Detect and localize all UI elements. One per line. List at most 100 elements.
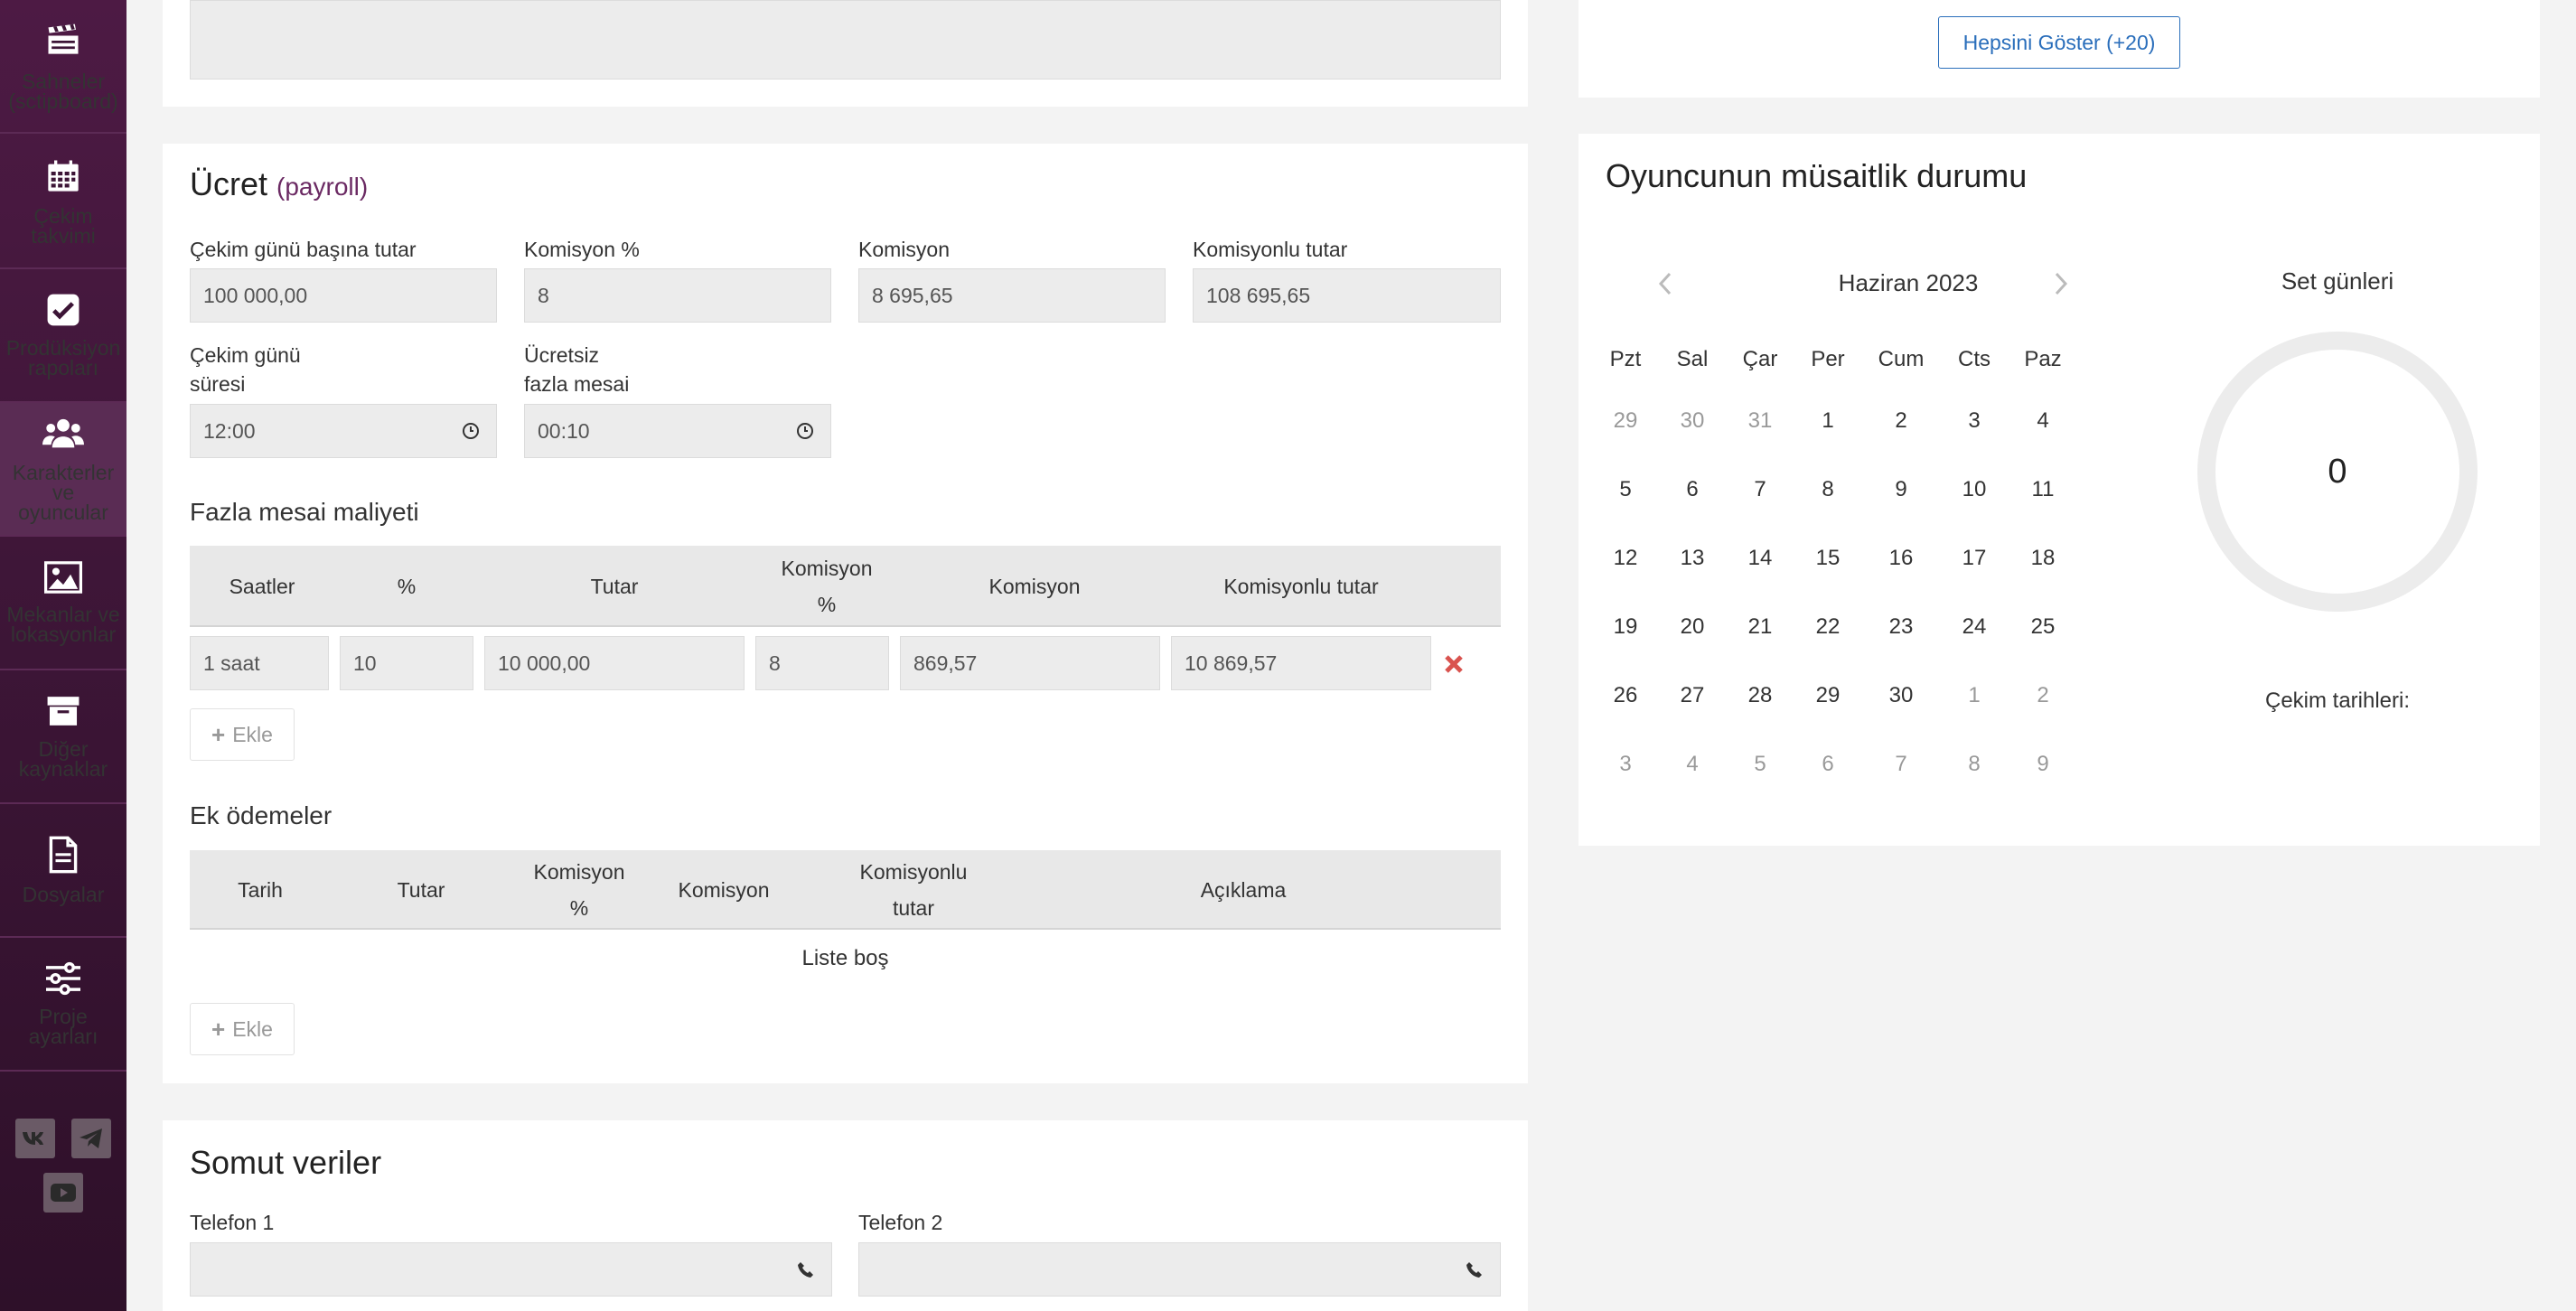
calendar-day[interactable]: 26 <box>1594 682 1657 709</box>
empty-list-text: Liste boş <box>801 946 889 970</box>
col-description: Açıklama <box>1200 878 1287 902</box>
calendar-day[interactable]: 19 <box>1594 613 1657 641</box>
col-commission-pct: Komisyon % <box>511 854 647 926</box>
calendar-day[interactable]: 6 <box>1796 751 1859 778</box>
per-day-field[interactable]: 100 000,00 <box>190 268 497 323</box>
calendar-day[interactable]: 3 <box>1943 407 2006 435</box>
clock-icon <box>797 423 813 439</box>
calendar-day[interactable]: 1 <box>1943 682 2006 709</box>
plus-icon: + <box>211 1015 226 1043</box>
delete-row-icon[interactable] <box>1444 654 1464 674</box>
calendar-day[interactable]: 28 <box>1728 682 1792 709</box>
weekday-header: Paz <box>2024 347 2062 371</box>
sidebar-item-locations[interactable]: Mekanlar ve lokasyonlar <box>0 537 126 670</box>
calendar-day[interactable]: 3 <box>1594 751 1657 778</box>
notes-textarea[interactable] <box>190 0 1501 80</box>
calendar-day[interactable]: 29 <box>1594 407 1657 435</box>
calendar-day[interactable]: 18 <box>2011 545 2075 572</box>
sidebar-item-characters[interactable]: Karakterler ve oyuncular <box>0 403 126 537</box>
free-overtime-label: Ücretsiz fazla mesai <box>524 341 629 398</box>
commission-pct-label: Komisyon % <box>524 238 640 261</box>
calendar-day[interactable]: 31 <box>1728 407 1792 435</box>
free-overtime-value: 00:10 <box>538 418 590 443</box>
calendar-day[interactable]: 14 <box>1728 545 1792 572</box>
overtime-commission-pct-field[interactable]: 8 <box>755 636 889 690</box>
calendar-day[interactable]: 9 <box>1869 476 1933 503</box>
overtime-pct-value: 10 <box>353 651 377 675</box>
col-total: Komisyonlu tutar <box>801 854 1026 926</box>
calendar-day[interactable]: 27 <box>1661 682 1724 709</box>
commission-field[interactable]: 8 695,65 <box>858 268 1166 323</box>
payroll-card: Ücret (payroll) Çekim günü başına tutar … <box>163 144 1528 1083</box>
overtime-commission-field[interactable]: 869,57 <box>900 636 1160 690</box>
calendar-day[interactable]: 9 <box>2011 751 2075 778</box>
calendar-day[interactable]: 23 <box>1869 613 1933 641</box>
free-overtime-label-line2: fazla mesai <box>524 372 630 396</box>
calendar-day[interactable]: 11 <box>2011 476 2075 503</box>
overtime-amount-value: 10 000,00 <box>498 651 591 675</box>
calendar-day[interactable]: 5 <box>1728 751 1792 778</box>
youtube-icon[interactable] <box>43 1173 83 1213</box>
calendar-day[interactable]: 7 <box>1728 476 1792 503</box>
weekday-header: Per <box>1811 347 1845 371</box>
payroll-title: Ücret (payroll) <box>190 165 368 203</box>
sidebar-item-settings[interactable]: Proje ayarları <box>0 938 126 1072</box>
calendar-day[interactable]: 30 <box>1869 682 1933 709</box>
document-icon <box>49 836 78 874</box>
sidebar-item-resources[interactable]: Diğer kaynaklar <box>0 670 126 804</box>
col-date: Tarih <box>238 878 283 902</box>
calendar-day[interactable]: 12 <box>1594 545 1657 572</box>
col-amount: Tutar <box>590 575 639 598</box>
day-duration-label-line2: süresi <box>190 372 246 396</box>
calendar-day[interactable]: 7 <box>1869 751 1933 778</box>
chevron-left-icon[interactable] <box>1658 272 1672 295</box>
day-duration-field[interactable]: 12:00 <box>190 404 497 458</box>
calendar-day[interactable]: 15 <box>1796 545 1859 572</box>
calendar-day[interactable]: 20 <box>1661 613 1724 641</box>
calendar-day[interactable]: 24 <box>1943 613 2006 641</box>
calendar-day[interactable]: 16 <box>1869 545 1933 572</box>
overtime-add-button[interactable]: + Ekle <box>190 708 295 761</box>
extra-add-button[interactable]: + Ekle <box>190 1003 295 1055</box>
chevron-right-icon[interactable] <box>2054 272 2068 295</box>
overtime-hours-field[interactable]: 1 saat <box>190 636 329 690</box>
commission-pct-field[interactable]: 8 <box>524 268 831 323</box>
calendar-day[interactable]: 8 <box>1943 751 2006 778</box>
calendar-day[interactable]: 13 <box>1661 545 1724 572</box>
calendar-day[interactable]: 22 <box>1796 613 1859 641</box>
calendar-month: Haziran 2023 <box>1838 269 1979 296</box>
calendar-day[interactable]: 10 <box>1943 476 2006 503</box>
calendar-day[interactable]: 2 <box>1869 407 1933 435</box>
sidebar-item-reports[interactable]: Prodüksiyon rapoları <box>0 269 126 403</box>
calendar-day[interactable]: 2 <box>2011 682 2075 709</box>
vk-icon[interactable] <box>15 1119 55 1158</box>
commission-label: Komisyon <box>858 238 950 261</box>
overtime-title: Fazla mesai maliyeti <box>190 498 419 526</box>
calendar-day[interactable]: 4 <box>2011 407 2075 435</box>
phone2-field[interactable] <box>858 1242 1501 1297</box>
calendar-day[interactable]: 4 <box>1661 751 1724 778</box>
calendar-day[interactable]: 8 <box>1796 476 1859 503</box>
show-all-button[interactable]: Hepsini Göster (+20) <box>1938 16 2180 69</box>
sidebar-item-scenes[interactable]: Sahneler (sctipboard) <box>0 0 126 134</box>
overtime-total-field[interactable]: 10 869,57 <box>1171 636 1431 690</box>
overtime-amount-field[interactable]: 10 000,00 <box>484 636 745 690</box>
calendar-day[interactable]: 5 <box>1594 476 1657 503</box>
calendar-day[interactable]: 17 <box>1943 545 2006 572</box>
calendar-day[interactable]: 6 <box>1661 476 1724 503</box>
free-overtime-field[interactable]: 00:10 <box>524 404 831 458</box>
calendar-day[interactable]: 1 <box>1796 407 1859 435</box>
calendar-day[interactable]: 30 <box>1661 407 1724 435</box>
col-hours: Saatler <box>229 575 295 598</box>
phone1-field[interactable] <box>190 1242 832 1297</box>
sidebar-item-calendar[interactable]: Çekim takvimi <box>0 136 126 269</box>
calendar-day[interactable]: 29 <box>1796 682 1859 709</box>
telegram-icon[interactable] <box>71 1119 111 1158</box>
total-field[interactable]: 108 695,65 <box>1193 268 1501 323</box>
overtime-pct-field[interactable]: 10 <box>340 636 473 690</box>
calendar-day[interactable]: 21 <box>1728 613 1792 641</box>
notes-card <box>163 0 1528 107</box>
payroll-title-text: Ücret <box>190 165 268 202</box>
sidebar-item-files[interactable]: Dosyalar <box>0 804 126 938</box>
calendar-day[interactable]: 25 <box>2011 613 2075 641</box>
